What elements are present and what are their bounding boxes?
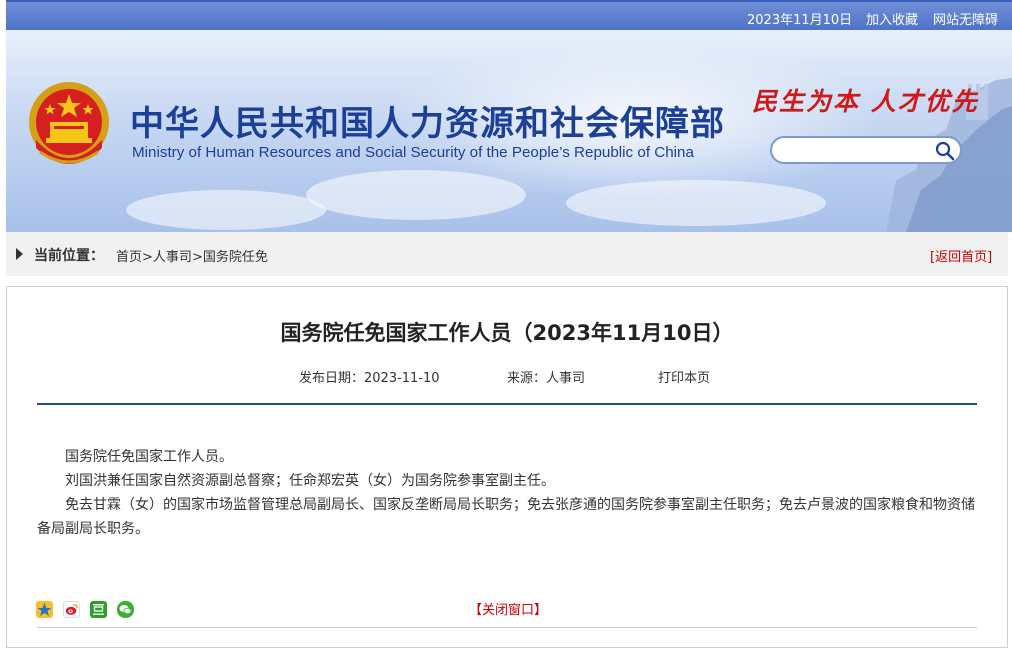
breadcrumb-personnel-dept[interactable]: 人事司: [153, 250, 192, 265]
national-emblem-logo: [29, 82, 109, 164]
title-divider: [37, 403, 977, 405]
add-favorite-link[interactable]: 加入收藏: [866, 9, 918, 28]
article-container: 国务院任免国家工作人员（2023年11月10日） 发布日期：2023-11-10…: [6, 286, 1008, 648]
print-page-link[interactable]: 打印本页: [658, 367, 710, 386]
publish-date: 发布日期：2023-11-10: [299, 371, 440, 386]
share-bar: [36, 601, 139, 619]
current-date: 2023年11月10日: [747, 13, 853, 28]
article-body: 国务院任免国家工作人员。 刘国洪兼任国家自然资源副总督察；任命郑宏英（女）为国务…: [37, 445, 977, 541]
wechat-icon[interactable]: [117, 601, 135, 618]
breadcrumb-label: 当前位置：: [34, 248, 104, 264]
search-icon[interactable]: [934, 140, 956, 162]
paragraph: 国务院任免国家工作人员。: [65, 449, 233, 465]
bottom-divider: [37, 627, 977, 628]
accessibility-link[interactable]: 网站无障碍: [933, 9, 998, 28]
triangle-right-icon: [16, 248, 23, 260]
article-source: 来源：人事司: [507, 371, 586, 386]
search-input[interactable]: [782, 141, 932, 159]
article-title: 国务院任免国家工作人员（2023年11月10日）: [280, 321, 734, 345]
site-banner: 中华人民共和国人力资源和社会保障部 Ministry of Human Reso…: [6, 30, 1012, 232]
douban-icon[interactable]: [90, 601, 108, 618]
search-box: [770, 136, 962, 164]
breadcrumb-home[interactable]: 首页: [116, 250, 142, 265]
close-window-link[interactable]: 【关闭窗口】: [469, 599, 547, 618]
breadcrumb-appointments[interactable]: 国务院任免: [203, 250, 268, 265]
paragraph: 刘国洪兼任国家自然资源副总督察；任命郑宏英（女）为国务院参事室副主任。: [65, 473, 555, 489]
back-home-link[interactable]: [返回首页]: [930, 246, 992, 265]
slogan: 民生为本 人才优先: [752, 87, 979, 116]
breadcrumb: 当前位置： 首页>人事司>国务院任免 [返回首页]: [6, 232, 1008, 276]
breadcrumb-path: 首页>人事司>国务院任免: [116, 250, 268, 265]
weibo-icon[interactable]: [63, 601, 81, 618]
qzone-icon[interactable]: [36, 601, 53, 618]
paragraph: 免去甘霖（女）的国家市场监督管理总局副局长、国家反垄断局局长职务；免去张彦通的国…: [37, 497, 975, 537]
site-title-cn: 中华人民共和国人力资源和社会保障部: [130, 104, 725, 144]
top-utility-bar: 2023年11月10日 加入收藏 网站无障碍: [6, 0, 1012, 30]
site-title-en: Ministry of Human Resources and Social S…: [132, 144, 694, 161]
